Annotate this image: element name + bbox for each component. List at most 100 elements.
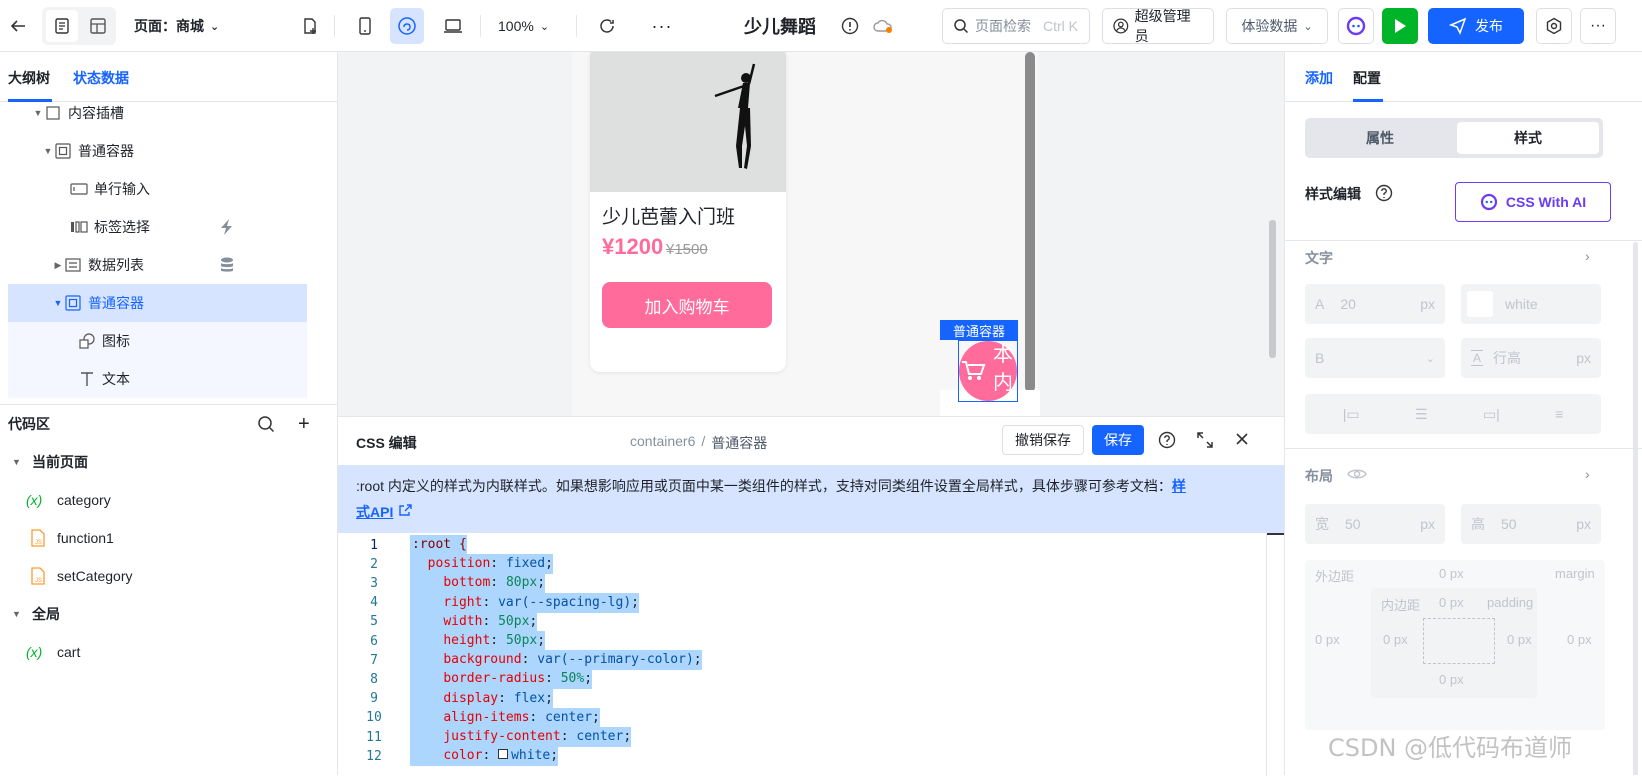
more-icon[interactable]: ··· [648,8,676,44]
segment-style[interactable]: 样式 [1457,122,1599,154]
text-align-group[interactable]: |▭ ☰ ▭| ≡ [1305,394,1601,434]
ai-assistant-button[interactable] [1338,8,1374,44]
docs-link-part2[interactable]: 式API [356,504,393,520]
code-line[interactable]: 12 color: white; [338,746,1268,767]
tree-node[interactable]: ▼ 普通容器 [8,132,307,170]
zoom-selector[interactable]: 100% ⌄ [498,8,549,44]
right-scrollbar[interactable] [1633,242,1638,775]
tree-node-selected[interactable]: ▼ 普通容器 [8,284,307,322]
miniprogram-device-icon[interactable] [390,8,424,44]
code-item[interactable]: JS function1 [0,519,337,557]
refresh-icon[interactable] [592,8,622,44]
line-height-input[interactable]: A 行高 px [1461,338,1601,378]
color-input[interactable]: white [1461,284,1601,324]
code-line[interactable]: 7 background: var(--primary-color); [338,650,1268,671]
help-icon[interactable] [1375,184,1393,205]
tree-node[interactable]: 单行输入 [8,170,307,208]
chevron-right-icon[interactable]: › [1585,466,1590,482]
code-line[interactable]: 11 justify-content: center; [338,727,1268,747]
code-line[interactable]: 6 height: 50px; [338,631,1268,651]
chevron-right-icon[interactable]: › [1585,248,1590,264]
breadcrumb-separator: / [701,433,706,449]
editor-scrollbar[interactable] [1266,533,1285,776]
expand-icon[interactable] [1196,431,1214,452]
new-page-icon[interactable] [296,8,324,44]
code-line[interactable]: 9 display: flex; [338,688,1268,709]
run-button[interactable] [1382,8,1418,44]
tree-node[interactable]: 文本 [8,360,307,398]
box-model-editor[interactable]: 外边距 0 px margin 内边距 0 px padding 0 px 0 … [1305,560,1605,730]
align-right-icon[interactable]: ▭| [1483,406,1500,423]
padding-right-value[interactable]: 0 px [1507,632,1532,647]
code-item[interactable]: (x) cart [0,633,337,671]
tab-outline[interactable]: 大纲树 [8,68,50,88]
external-link-icon[interactable] [397,504,413,520]
tab-add[interactable]: 添加 [1305,68,1333,88]
tree-node[interactable]: ▼ 内容插槽 [8,102,307,132]
code-item[interactable]: JS setCategory [0,557,337,595]
color-swatch[interactable] [1467,291,1493,317]
code-editor[interactable]: 1:root {2 position: fixed; 3 bottom: 80px… [338,533,1268,776]
tree-node[interactable]: 标签选择 [8,208,307,246]
tree-node[interactable]: ▶ 数据列表 [8,246,307,284]
page-search[interactable]: 页面检索 Ctrl K [942,8,1090,44]
eye-icon[interactable] [1347,466,1367,485]
code-line[interactable]: 3 bottom: 80px; [338,573,1268,594]
current-page-group[interactable]: ▼ 当前页面 [0,443,337,481]
more-menu-button[interactable]: ··· [1580,8,1616,44]
save-button[interactable]: 保存 [1092,425,1144,455]
desktop-device-icon[interactable] [438,8,468,44]
code-line[interactable]: 5 width: 50px; [338,611,1268,632]
margin-left-value[interactable]: 0 px [1315,632,1340,647]
selection-outline[interactable]: 本 内 [958,340,1018,402]
product-card[interactable]: 少儿芭蕾入门班 ¥1200 ¥1500 加入购物车 [590,52,786,372]
page-selector[interactable]: 页面：商城 ⌄ [134,8,219,44]
code-line[interactable]: 2 position: fixed; [338,554,1268,575]
settings-button[interactable] [1536,8,1572,44]
user-menu[interactable]: 超级管理员 [1102,8,1214,44]
align-center-icon[interactable]: ☰ [1415,406,1428,423]
global-group[interactable]: ▼ 全局 [0,595,337,633]
padding-bottom-value[interactable]: 0 px [1439,672,1464,687]
tab-state-data[interactable]: 状态数据 [73,68,129,88]
data-mode-select[interactable]: 体验数据 ⌄ [1226,8,1328,44]
code-item[interactable]: (x) category [0,481,337,519]
align-left-icon[interactable]: |▭ [1343,406,1360,423]
undo-save-button[interactable]: 撤销保存 [1002,425,1084,455]
help-icon[interactable] [1158,431,1176,452]
segment-properties[interactable]: 属性 [1309,122,1451,154]
search-icon[interactable] [257,415,275,436]
code-line[interactable]: 1:root { [338,535,1268,555]
font-size-input[interactable]: A 20 px [1305,284,1445,324]
code-line[interactable]: 10 align-items: center; [338,707,1268,728]
layout-view-icon[interactable] [82,10,114,42]
breadcrumb-parent[interactable]: container6 [630,433,695,453]
tab-config[interactable]: 配置 [1353,68,1381,88]
tree-node[interactable]: 图标 [8,322,307,360]
padding-top-value[interactable]: 0 px [1439,595,1464,610]
close-icon[interactable] [1234,431,1250,450]
docs-link-part1[interactable]: 样 [1172,478,1186,494]
code-line[interactable]: 8 border-radius: 50%; [338,669,1268,690]
info-icon[interactable] [838,8,862,44]
preview-scrollbar[interactable] [1025,52,1035,392]
width-input[interactable]: 宽 50 px [1305,504,1445,544]
margin-right-value[interactable]: 0 px [1567,632,1592,647]
mobile-device-icon[interactable] [350,8,380,44]
padding-left-value[interactable]: 0 px [1383,632,1408,647]
plus-icon[interactable]: + [298,413,310,436]
align-justify-icon[interactable]: ≡ [1555,406,1563,422]
canvas-scrollbar[interactable] [1269,220,1276,358]
back-arrow-icon[interactable] [4,8,32,44]
config-segment: 属性 样式 [1305,118,1603,158]
cloud-sync-icon[interactable] [870,8,896,44]
code-line[interactable]: 4 right: var(--spacing-lg); [338,592,1268,613]
add-to-cart-button[interactable]: 加入购物车 [602,282,772,328]
page-view-icon[interactable] [46,10,78,42]
font-weight-select[interactable]: B ⌄ [1305,338,1445,378]
height-input[interactable]: 高 50 px [1461,504,1601,544]
send-icon [1449,17,1467,35]
publish-button[interactable]: 发布 [1428,8,1524,44]
margin-top-value[interactable]: 0 px [1439,566,1464,581]
css-with-ai-button[interactable]: CSS With AI [1455,182,1611,222]
